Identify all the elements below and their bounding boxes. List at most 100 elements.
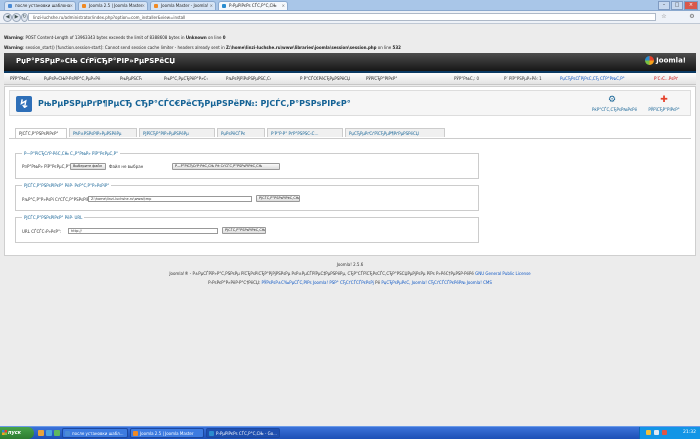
tab-label: Joomla 2.5 | Joomla Master <box>89 3 143 8</box>
quick-launch-icon[interactable] <box>46 430 52 436</box>
close-tab-icon[interactable]: × <box>70 3 73 8</box>
tray-icon[interactable] <box>662 430 667 435</box>
menu-item-content[interactable]: РњР°С‚РµСЂРёР°Р»С‹ <box>164 76 208 81</box>
back-icon[interactable]: ◀ <box>3 13 12 22</box>
system-tray: 21:32 <box>639 427 700 439</box>
no-file-label: Файл не выбран <box>109 164 144 169</box>
close-window-icon[interactable]: × <box>684 1 698 10</box>
tab-favicon-icon <box>222 4 226 8</box>
install-url-section: РЈСЃС‚Р°РЅРѕРІРєР° РёР· URL URL СЃСЃС‹Р»… <box>15 215 479 243</box>
forward-icon[interactable]: ▶ <box>12 13 21 22</box>
tray-icon[interactable] <box>646 430 651 435</box>
logout-link[interactable]: Р’С‹С…РѕРґ <box>654 76 678 81</box>
minimize-icon[interactable]: – <box>658 1 670 10</box>
close-tab-icon[interactable]: × <box>282 3 285 8</box>
install-url-label: URL СЃСЃС‹Р»РєР°: <box>22 229 62 234</box>
menu-item-site[interactable]: РЎР°Р№С‚ <box>10 76 30 81</box>
section-legend: Р—Р°РіСЂСѓР·РёС‚СЊ С„Р°Р№Р» РїР°РєРµС‚Р° <box>22 151 121 156</box>
reload-icon[interactable]: ↻ <box>21 13 28 22</box>
help-lifebuoy-icon: ✚ <box>660 95 668 105</box>
bookmark-star-icon[interactable]: ☆ <box>660 13 668 21</box>
menu-item-menus[interactable]: РњРµРЅСЋ <box>120 76 142 81</box>
browser-tab-bar: после установки шаблона × Joomla 2.5 | J… <box>0 0 700 11</box>
menu-item-extensions[interactable]: Р Р°СЃС€РёСЂРµРЅРёСЏ <box>300 76 350 81</box>
window-controls: – □ × <box>658 1 698 10</box>
gpl-link[interactable]: GNU General Public License <box>475 271 531 276</box>
status-frontend-users: РЎР°Р№С‚: 0 <box>454 76 480 81</box>
quick-launch <box>38 430 60 436</box>
tab-warnings[interactable]: РџСЂРµРґСѓРїСЂРµР¶РґРµРЅРёСЏ <box>345 128 445 137</box>
page-title: РњРµРЅРµРґР¶РµСЂ СЂР°СЃС€РёСЂРµРЅРёР№: Р… <box>38 99 351 108</box>
task-app-icon <box>209 431 214 436</box>
install-icon: ↯ <box>16 96 32 112</box>
options-icon: ⚙ <box>607 95 617 105</box>
taskbar-task[interactable]: Joomla 2.5 | Joomla Master <box>130 428 204 438</box>
joomla-logo-icon <box>645 56 655 65</box>
joomla-version: Joomla! 2.5.6 <box>336 262 364 267</box>
menu-item-users[interactable]: РџРѕР»СЊР·РѕРІР°С‚РµР»Рё <box>44 76 100 81</box>
installer-tabs: РЈСЃС‚Р°РЅРѕРІРєР° РћР±РЅРѕРІР»РµРЅРёРµ … <box>9 128 691 139</box>
install-directory-button[interactable]: РЈСЃС‚Р°РЅРѕРІРёС‚СЊ <box>256 195 300 202</box>
start-button[interactable]: пуск <box>0 427 34 439</box>
joomla-logo: Joomla! <box>645 56 686 65</box>
tab-label: Р›РµРіРєРѕ СЃС‚Р°С‚СЊ <box>229 3 277 8</box>
browser-tab[interactable]: после установки шаблона × <box>4 1 76 10</box>
taskbar-task-active[interactable]: Р›РµРіРєРѕ СЃС‚Р°С‚СЊ - Go... <box>206 428 280 438</box>
windows-taskbar: пуск после установки шабл... Joomla 2.5 … <box>0 426 700 439</box>
task-app-icon <box>133 431 138 436</box>
quick-launch-icon[interactable] <box>54 430 60 436</box>
tab-discover[interactable]: РџРѕРёСЃРє <box>217 128 265 137</box>
close-tab-icon[interactable]: × <box>142 3 145 8</box>
tab-install[interactable]: РЈСЃС‚Р°РЅРѕРІРєР° <box>15 128 67 138</box>
browser-address-bar: ◀ ▶ ↻ linzi-luchshe.ru/administrator/ind… <box>0 11 700 24</box>
menu-item-help[interactable]: РЎРїСЂР°РІРєР° <box>366 76 397 81</box>
url-input[interactable]: linzi-luchshe.ru/administrator/index.php… <box>28 13 656 21</box>
close-tab-icon[interactable]: × <box>210 3 213 8</box>
admin-menu-bar: РЎР°Р№С‚ РџРѕР»СЊР·РѕРІР°С‚РµР»Рё РњРµРЅ… <box>4 73 696 85</box>
tab-favicon-icon <box>8 4 12 8</box>
status-backend-users: Р’ РїР°РЅРµР»Рё: 1 <box>504 76 542 81</box>
options-button[interactable]: ⚙ РќР°СЃС‚СЂРѕР№РєРё <box>592 94 637 114</box>
tab-favicon-icon <box>154 4 158 8</box>
taskbar-task[interactable]: после установки шабл... <box>62 428 128 438</box>
browser-tab-active[interactable]: Р›РµРіРєРѕ СЃС‚Р°С‚СЊ × <box>218 1 288 10</box>
browser-tab[interactable]: Joomla Master - Joomla! × <box>150 1 216 10</box>
browser-tab[interactable]: Joomla 2.5 | Joomla Master × <box>78 1 148 10</box>
footer-license-line: Joomla!® - Р±РµСЃРїР»Р°С‚РЅРѕРµ РїСЂРѕРі… <box>169 271 531 276</box>
section-legend: РЈСЃС‚Р°РЅРѕРІРєР° РёР· РєР°С‚Р°Р»РѕРіР° <box>22 183 112 188</box>
menu-item-components[interactable]: РљРѕРјРїРѕРЅРµРЅС‚С‹ <box>226 76 271 81</box>
maximize-icon[interactable]: □ <box>671 1 683 10</box>
install-directory-section: РЈСЃС‚Р°РЅРѕРІРєР° РёР· РєР°С‚Р°Р»РѕРіР°… <box>15 183 479 211</box>
install-url-input[interactable]: http:// <box>68 228 218 234</box>
view-site-link[interactable]: РџСЂРѕСЃРјРѕС‚СЂ СЃР°Р№С‚Р° <box>560 76 625 81</box>
project-link[interactable]: РџСЂРѕРµРєС‚ Joomla! СЂСѓСЃСЃРєРёР№ Joom… <box>381 280 492 285</box>
upload-package-section: Р—Р°РіСЂСѓР·РёС‚СЊ С„Р°Р№Р» РїР°РєРµС‚Р°… <box>15 151 479 179</box>
install-directory-input[interactable]: Z:\home\linzi-luchshe.ru\www\tmp <box>88 196 252 202</box>
choose-file-button[interactable]: Выберите файл <box>70 163 106 170</box>
install-directory-label: РљР°С‚Р°Р»РѕРі СѓСЃС‚Р°РЅРѕРІРєРё: <box>22 197 98 202</box>
package-file-label: Р¤Р°Р№Р» РїР°РєРµС‚Р°: <box>22 164 72 169</box>
php-warning: Warning: POST Content-Length of 13963343… <box>4 35 226 40</box>
tab-update[interactable]: РћР±РЅРѕРІР»РµРЅРёРµ <box>69 128 137 137</box>
tray-icon[interactable] <box>654 430 659 435</box>
tab-label: после установки шаблона <box>15 3 71 8</box>
help-button[interactable]: ✚ РЎРїСЂР°РІРєР° <box>644 94 684 114</box>
toolbar: ↯ РњРµРЅРµРґР¶РµСЂ СЂР°СЃС€РёСЂРµРЅРёР№:… <box>9 90 691 116</box>
section-legend: РЈСЃС‚Р°РЅРѕРІРєР° РёР· URL <box>22 215 85 220</box>
tab-favicon-icon <box>82 4 86 8</box>
php-warning: Warning: session_start() [function.sessi… <box>4 45 401 50</box>
tab-label: Joomla Master - Joomla! <box>161 3 209 8</box>
quick-launch-icon[interactable] <box>38 430 44 436</box>
tab-manage[interactable]: РЈРїСЂР°РІР»РµРЅРёРµ <box>139 128 215 137</box>
tab-database[interactable]: Р‘Р°Р·Р° РґР°РЅРЅС‹С… <box>267 128 343 137</box>
footer-localization-line: Р›РѕРєР°Р»РёР·Р°С†РёСЏ: РЎРѕРѕР±С‰РµСЃС‚… <box>208 280 492 285</box>
wrench-icon[interactable]: ⚙ <box>688 13 696 21</box>
upload-install-button[interactable]: Р—Р°РіСЂСѓР·РёС‚СЊ Рё СѓСЃС‚Р°РЅРѕРІРёС‚… <box>172 163 280 170</box>
site-name: РџР°РЅРµР»СЊ СѓРїСЂР°РІР»РµРЅРёСЏ <box>16 57 176 65</box>
admin-header: РџР°РЅРµР»СЊ СѓРїСЂР°РІР»РµРЅРёСЏ Joomla… <box>4 53 696 73</box>
community-link[interactable]: РЎРѕРѕР±С‰РµСЃС‚РІРѕ Joomla! РЅР° СЂСѓСЃ… <box>262 280 374 285</box>
install-url-button[interactable]: РЈСЃС‚Р°РЅРѕРІРёС‚СЊ <box>222 227 266 234</box>
windows-flag-icon <box>2 430 7 435</box>
content-panel: ↯ РњРµРЅРµРґР¶РµСЂ СЂР°СЃС€РёСЂРµРЅРёР№:… <box>4 86 696 256</box>
task-app-icon <box>65 431 70 436</box>
